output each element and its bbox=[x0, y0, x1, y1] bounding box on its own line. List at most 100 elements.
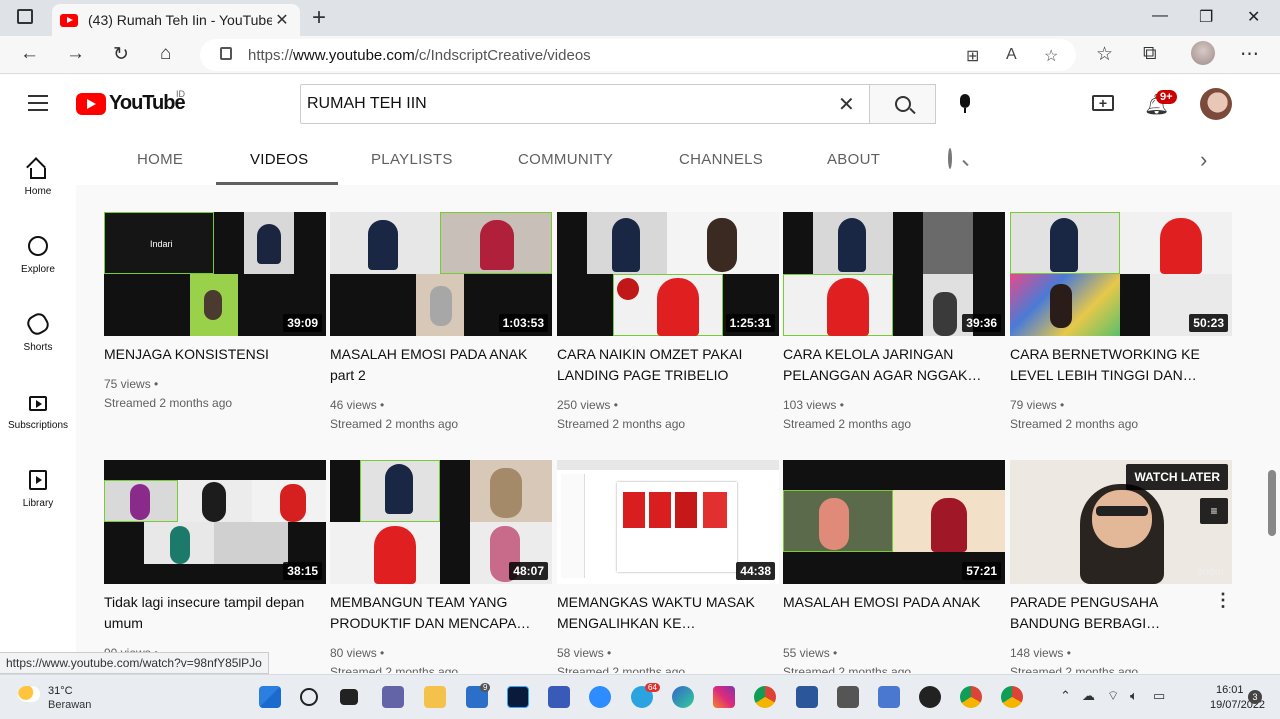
video-thumbnail[interactable]: 39:36 bbox=[783, 212, 1005, 336]
back-icon[interactable]: ← bbox=[20, 43, 39, 65]
refresh-icon[interactable]: ↻ bbox=[113, 43, 129, 66]
video-thumbnail[interactable]: Indari 39:09 bbox=[104, 212, 326, 336]
more-actions-icon[interactable]: ⋮ bbox=[1214, 590, 1232, 611]
video-title[interactable]: MEMBANGUN TEAM YANG PRODUKTIF DAN MENCAP… bbox=[330, 592, 540, 634]
calculator-icon[interactable] bbox=[837, 686, 859, 708]
account-avatar[interactable] bbox=[1200, 88, 1232, 120]
apps-icon[interactable]: ⊞ bbox=[966, 46, 979, 66]
video-title[interactable]: Tidak lagi insecure tampil depan umum bbox=[104, 592, 314, 634]
photoshop-icon[interactable] bbox=[507, 686, 529, 708]
address-bar[interactable]: https://www.youtube.com/c/IndscriptCreat… bbox=[200, 39, 1076, 71]
video-streamed: Streamed 2 months ago bbox=[557, 417, 686, 431]
home-browser-icon[interactable]: ⌂ bbox=[160, 43, 171, 65]
clear-search-icon[interactable]: ✕ bbox=[838, 92, 855, 117]
word-icon[interactable] bbox=[796, 686, 818, 708]
minimize-icon[interactable]: — bbox=[1152, 7, 1168, 25]
youtube-logo[interactable]: YouTube bbox=[76, 92, 186, 115]
create-video-icon[interactable]: + bbox=[1092, 95, 1114, 111]
tab-channels[interactable]: CHANNELS bbox=[679, 151, 763, 168]
add-to-queue-icon[interactable]: ≡ bbox=[1200, 498, 1228, 524]
clock-time[interactable]: 16:01 bbox=[1216, 684, 1244, 696]
guide-item-explore[interactable]: Explore bbox=[0, 235, 76, 275]
video-title[interactable]: PARADE PENGUSAHA BANDUNG BERBAGI… bbox=[1010, 592, 1220, 634]
forward-icon[interactable]: → bbox=[66, 43, 85, 65]
browser-profile-avatar[interactable] bbox=[1191, 41, 1215, 65]
menu-icon[interactable] bbox=[28, 95, 48, 116]
tab-close-icon[interactable]: ✕ bbox=[272, 10, 292, 30]
watch-later-button[interactable]: WATCH LATER bbox=[1126, 464, 1228, 490]
tab-about[interactable]: ABOUT bbox=[827, 151, 880, 168]
wifi-icon[interactable]: ⌔ bbox=[1107, 688, 1119, 704]
restore-icon[interactable]: ❐ bbox=[1199, 7, 1213, 27]
video-title[interactable]: MEMANGKAS WAKTU MASAK MENGALIHKAN KE… bbox=[557, 592, 767, 634]
video-thumbnail[interactable]: WATCH LATER ≡ zoom bbox=[1010, 460, 1232, 584]
instagram-icon[interactable] bbox=[713, 686, 735, 708]
guide-item-shorts[interactable]: Shorts bbox=[0, 310, 76, 353]
cloud-icon[interactable]: ☁ bbox=[1082, 688, 1095, 704]
weather-desc[interactable]: Berawan bbox=[48, 699, 91, 711]
media-player-icon[interactable] bbox=[919, 686, 941, 708]
tab-videos[interactable]: VIDEOS bbox=[250, 151, 308, 168]
video-duration: 50:23 bbox=[1189, 314, 1228, 332]
chevron-up-icon[interactable]: ⌃ bbox=[1060, 688, 1071, 704]
chrome-profile-icon[interactable] bbox=[960, 686, 982, 708]
search-button[interactable] bbox=[869, 84, 936, 124]
video-title[interactable]: MENJAGA KONSISTENSI bbox=[104, 344, 314, 365]
video-thumbnail[interactable]: 57:21 bbox=[783, 460, 1005, 584]
store-icon[interactable] bbox=[548, 686, 570, 708]
chevron-right-icon[interactable]: › bbox=[1200, 147, 1207, 173]
more-menu-icon[interactable]: ⋯ bbox=[1240, 43, 1259, 66]
zoom-icon[interactable] bbox=[589, 686, 611, 708]
guide-item-library[interactable]: Library bbox=[0, 469, 76, 509]
search-input[interactable]: RUMAH TEH IIN bbox=[300, 84, 870, 124]
battery-icon[interactable]: ▭ bbox=[1153, 688, 1165, 704]
guide-item-label: Home bbox=[24, 186, 52, 197]
notepad-icon[interactable] bbox=[878, 686, 900, 708]
collections-icon[interactable]: ⧉ bbox=[1143, 43, 1157, 65]
task-view-icon[interactable] bbox=[340, 689, 358, 705]
video-title[interactable]: CARA KELOLA JARINGAN PELANGGAN AGAR NGGA… bbox=[783, 344, 993, 386]
chrome-icon[interactable] bbox=[754, 686, 776, 708]
tab-actions-icon[interactable] bbox=[17, 9, 33, 24]
weather-temp[interactable]: 31°C bbox=[48, 685, 73, 697]
close-window-icon[interactable]: ✕ bbox=[1247, 7, 1260, 27]
video-thumbnail[interactable]: 38:15 bbox=[104, 460, 326, 584]
browser-tab[interactable]: (43) Rumah Teh Iin - YouTube ✕ bbox=[52, 4, 300, 36]
search-taskbar-icon[interactable] bbox=[300, 688, 318, 706]
video-thumbnail[interactable]: 1:03:53 bbox=[330, 212, 552, 336]
video-title[interactable]: MASALAH EMOSI PADA ANAK part 2 bbox=[330, 344, 540, 386]
channel-search-icon[interactable] bbox=[948, 148, 952, 169]
teams-icon[interactable] bbox=[382, 686, 404, 708]
edge-icon[interactable] bbox=[672, 686, 694, 708]
guide-item-home[interactable]: Home bbox=[0, 157, 76, 197]
file-explorer-icon[interactable] bbox=[424, 686, 446, 708]
video-title[interactable]: MASALAH EMOSI PADA ANAK bbox=[783, 592, 993, 613]
home-icon bbox=[26, 157, 49, 179]
tab-home[interactable]: HOME bbox=[137, 151, 183, 168]
video-duration: 44:38 bbox=[736, 562, 775, 580]
favorites-icon[interactable]: ☆ bbox=[1096, 43, 1113, 66]
volume-icon[interactable]: 🔈︎ bbox=[1130, 688, 1138, 704]
browser-tab-bar: (43) Rumah Teh Iin - YouTube ✕ + — ❐ ✕ bbox=[0, 0, 1280, 36]
read-aloud-icon[interactable]: A bbox=[1006, 46, 1017, 64]
video-thumbnail[interactable]: 1:25:31 bbox=[557, 212, 779, 336]
chrome-profile-2-icon[interactable] bbox=[1001, 686, 1023, 708]
weather-icon[interactable] bbox=[18, 686, 40, 702]
page-scrollbar[interactable] bbox=[1268, 470, 1276, 536]
start-icon[interactable] bbox=[259, 686, 281, 708]
tab-playlists[interactable]: PLAYLISTS bbox=[371, 151, 453, 168]
video-title[interactable]: CARA BERNETWORKING KE LEVEL LEBIH TINGGI… bbox=[1010, 344, 1220, 386]
video-streamed: Streamed 2 months ago bbox=[104, 396, 233, 410]
video-thumbnail[interactable]: 48:07 bbox=[330, 460, 552, 584]
new-tab-icon[interactable]: + bbox=[312, 4, 326, 32]
video-views: 79 views • bbox=[1010, 398, 1065, 412]
video-views: 46 views • bbox=[330, 398, 385, 412]
guide-item-subscriptions[interactable]: Subscriptions bbox=[0, 391, 76, 431]
tab-community[interactable]: COMMUNITY bbox=[518, 151, 613, 168]
video-title[interactable]: CARA NAIKIN OMZET PAKAI LANDING PAGE TRI… bbox=[557, 344, 767, 386]
video-thumbnail[interactable]: 44:38 bbox=[557, 460, 779, 584]
video-thumbnail[interactable]: 50:23 bbox=[1010, 212, 1232, 336]
notification-count[interactable]: 3 bbox=[1248, 690, 1262, 704]
add-favorite-icon[interactable]: ☆ bbox=[1044, 46, 1058, 66]
voice-search-icon[interactable] bbox=[959, 94, 971, 114]
